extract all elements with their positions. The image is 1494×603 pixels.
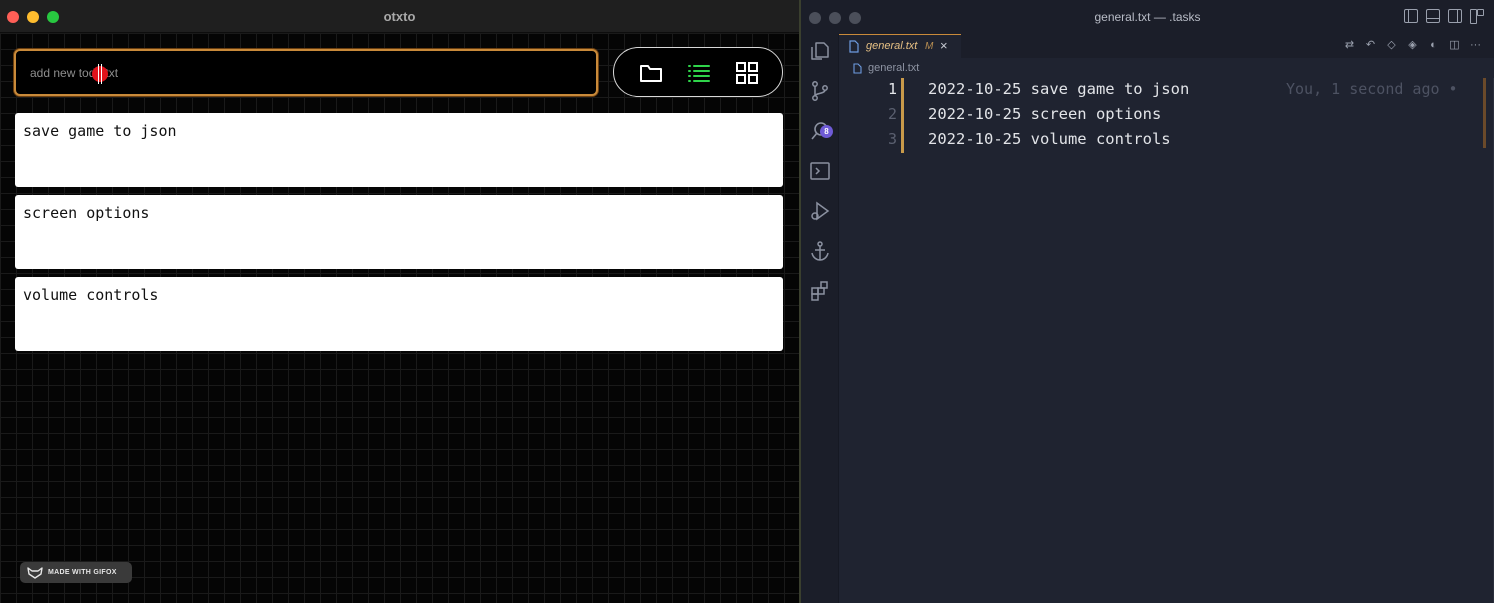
breadcrumb-file[interactable]: general.txt: [868, 62, 919, 74]
list-view-button[interactable]: [686, 60, 712, 86]
list-view-icon: [688, 65, 710, 82]
new-task-input[interactable]: [30, 63, 570, 83]
fox-icon: [27, 566, 43, 579]
overview-ruler-marker: [1483, 78, 1486, 148]
task-card[interactable]: save game to json: [15, 113, 783, 187]
open-changes-icon[interactable]: ⇄: [1343, 39, 1356, 52]
toggle-panel-icon[interactable]: [1426, 9, 1440, 23]
more-actions-icon[interactable]: ···: [1469, 39, 1482, 52]
terminal-icon: [810, 162, 830, 180]
files-icon: [811, 42, 829, 60]
run-debug-icon: [811, 201, 830, 221]
code-line[interactable]: 2022-10-25 volume controls: [928, 130, 1171, 148]
line-number: 3: [887, 130, 897, 148]
file-icon: [853, 62, 862, 74]
layout-controls: [1404, 9, 1484, 24]
extensions-icon: [811, 281, 828, 301]
explorer-button[interactable]: [809, 40, 831, 62]
folder-button[interactable]: [638, 60, 664, 86]
window-title: general.txt — .tasks: [1094, 10, 1201, 24]
grid-view-button[interactable]: [734, 60, 760, 86]
terminal-button[interactable]: [809, 160, 831, 182]
task-card[interactable]: volume controls: [15, 277, 783, 351]
vscode-titlebar: general.txt — .tasks: [801, 0, 1494, 34]
source-control-button[interactable]: [809, 80, 831, 102]
tab-general-txt[interactable]: general.txt M ×: [839, 34, 961, 58]
split-editor-icon[interactable]: ◫: [1448, 39, 1461, 52]
modified-indicator: M: [925, 41, 934, 52]
scm-count-badge: 8: [820, 125, 833, 138]
file-icon: [849, 40, 859, 53]
editor-tabbar: general.txt M × ⇄ ↶ ◇ ◈ ◐ ◫ ···: [839, 34, 1494, 58]
line-number: 2: [887, 105, 897, 123]
text-cursor-icon: [98, 64, 102, 84]
task-text: screen options: [23, 204, 150, 222]
previous-change-icon[interactable]: ◇: [1385, 39, 1398, 52]
git-blame-annotation: You, 1 second ago •: [1286, 80, 1458, 98]
vscode-window: general.txt — .tasks 8 general.txt M × ⇄…: [801, 0, 1494, 603]
timeline-back-icon[interactable]: ↶: [1364, 39, 1377, 52]
toggle-secondary-sidebar-icon[interactable]: [1448, 9, 1462, 23]
editor-actions: ⇄ ↶ ◇ ◈ ◐ ◫ ···: [1343, 39, 1482, 52]
view-switcher: [613, 47, 783, 97]
activity-bar: 8: [801, 34, 839, 603]
toggle-primary-sidebar-icon[interactable]: [1404, 9, 1418, 23]
source-control-icon: [812, 81, 828, 101]
close-tab-icon[interactable]: ×: [940, 38, 948, 53]
task-text: volume controls: [23, 286, 159, 304]
anchor-button[interactable]: [809, 240, 831, 262]
line-number-gutter: 1 2 3: [839, 78, 903, 603]
folder-icon: [640, 65, 662, 82]
window-title: otxto: [383, 9, 416, 24]
task-card[interactable]: screen options: [15, 195, 783, 269]
extensions-button[interactable]: [809, 280, 831, 302]
code-line[interactable]: 2022-10-25 save game to json: [928, 80, 1189, 98]
next-change-icon[interactable]: ◈: [1406, 39, 1419, 52]
otxto-window: otxto add new todo.txt save game to json…: [0, 0, 799, 603]
modified-lines-gutter-marker: [901, 78, 904, 153]
tab-label: general.txt: [866, 40, 918, 52]
git-history-icon[interactable]: ◐: [1427, 39, 1440, 52]
task-text: save game to json: [23, 122, 177, 140]
breadcrumb: general.txt: [853, 62, 919, 74]
anchor-icon: [811, 241, 829, 261]
code-line[interactable]: 2022-10-25 screen options: [928, 105, 1161, 123]
gifox-watermark: MADE WITH GIFOX: [20, 562, 132, 583]
customize-layout-icon[interactable]: [1470, 9, 1484, 24]
gifox-label: MADE WITH GIFOX: [48, 569, 117, 576]
line-number: 1: [887, 80, 897, 98]
otxto-titlebar: otxto: [0, 0, 799, 33]
run-debug-button[interactable]: [809, 200, 831, 222]
grid-view-icon: [736, 62, 758, 84]
